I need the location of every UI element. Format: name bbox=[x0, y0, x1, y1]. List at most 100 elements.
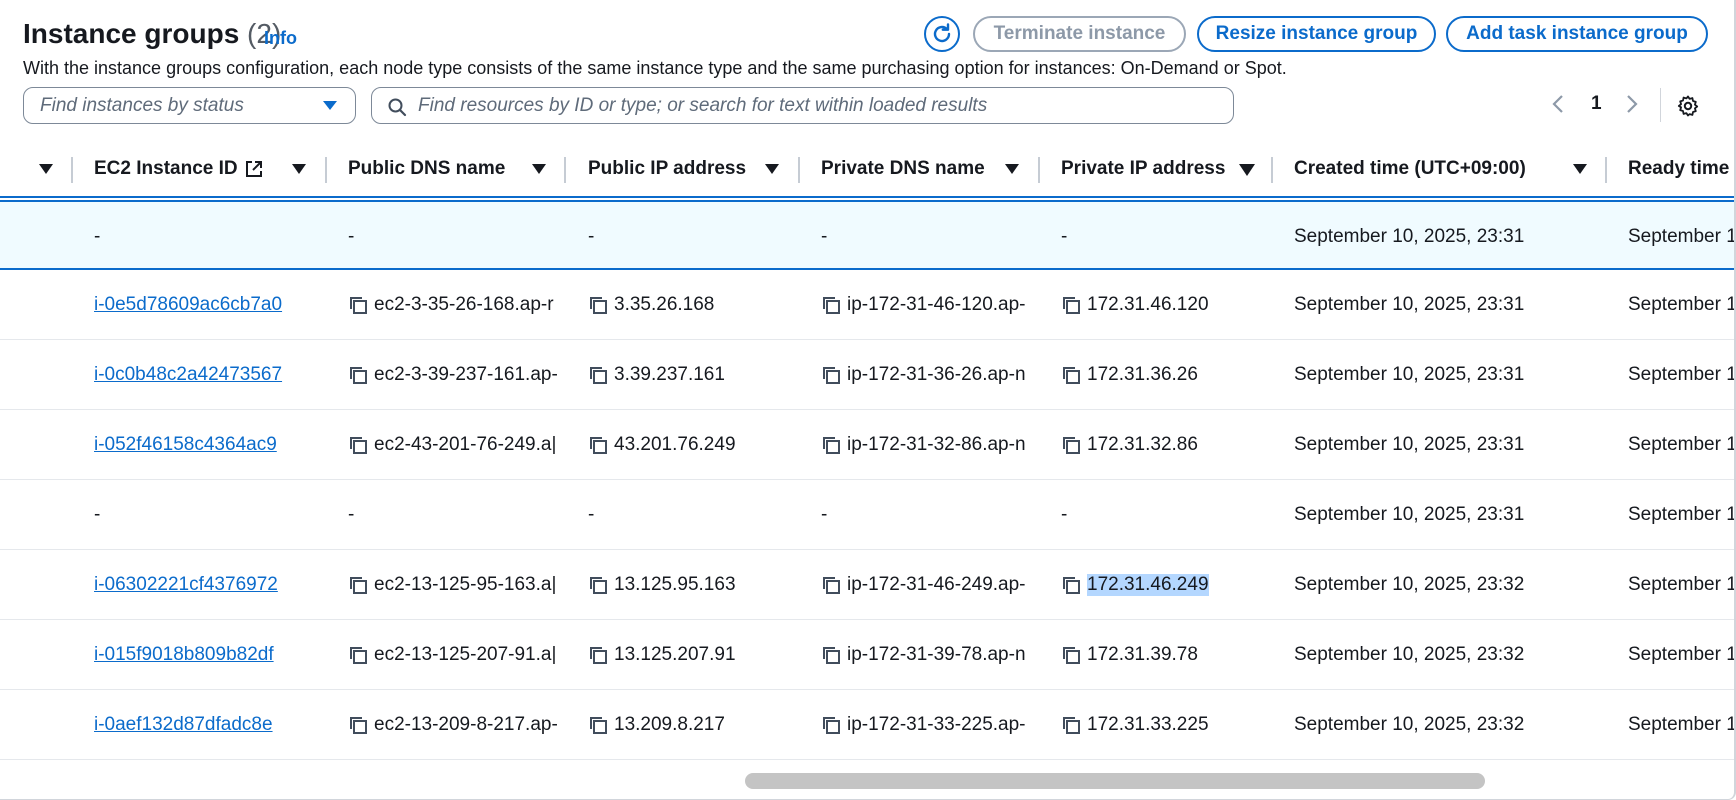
sort-down-icon[interactable] bbox=[1005, 164, 1019, 174]
cell-text: - bbox=[821, 504, 828, 525]
cell-instance-id[interactable]: i-0aef132d87dfadc8e bbox=[94, 690, 319, 760]
gear-icon[interactable] bbox=[1676, 94, 1700, 118]
copy-icon[interactable] bbox=[348, 715, 368, 735]
cell-text: ip-172-31-46-120.ap- bbox=[847, 294, 1026, 315]
table-row[interactable]: - - - - - September 10, 2025, 23:31 September … bbox=[0, 480, 1734, 550]
column-header-public-dns[interactable]: Public DNS name bbox=[348, 140, 505, 198]
sort-down-icon[interactable] bbox=[532, 164, 546, 174]
instance-id-link[interactable]: i-0c0b48c2a42473567 bbox=[94, 364, 282, 386]
cell-created-time: September 10, 2025, 23:31 bbox=[1294, 364, 1525, 385]
table-row[interactable]: - - - - - September 10, 2025, 23:31 September … bbox=[0, 200, 1736, 272]
instance-id-link[interactable]: i-052f46158c4364ac9 bbox=[94, 434, 277, 456]
cell-text: - bbox=[588, 504, 595, 525]
sort-down-active-icon[interactable] bbox=[1239, 164, 1255, 176]
copy-icon[interactable] bbox=[1061, 575, 1081, 595]
sort-down-icon[interactable] bbox=[292, 164, 306, 174]
sort-down-icon[interactable] bbox=[39, 164, 53, 174]
cell-instance-id[interactable]: i-06302221cf4376972 bbox=[94, 550, 319, 620]
copy-icon[interactable] bbox=[1061, 365, 1081, 385]
column-divider bbox=[1605, 157, 1607, 183]
copy-icon[interactable] bbox=[1061, 295, 1081, 315]
horizontal-scrollbar[interactable] bbox=[745, 773, 1485, 789]
instance-id-link[interactable]: i-015f9018b809b82df bbox=[94, 644, 274, 666]
table-row[interactable]: i-0c0b48c2a42473567 ec2-3-39-237-161.ap- 3… bbox=[0, 340, 1736, 410]
column-header-ec2-instance-id[interactable]: EC2 Instance ID bbox=[94, 140, 264, 198]
copy-icon[interactable] bbox=[348, 645, 368, 665]
cell-text: - bbox=[1061, 504, 1068, 525]
copy-icon[interactable] bbox=[1061, 435, 1081, 455]
copy-icon[interactable] bbox=[1061, 645, 1081, 665]
cell-text: 3.35.26.168 bbox=[614, 294, 715, 315]
cell-ready-time: September 1 bbox=[1628, 226, 1736, 247]
column-header-private-ip[interactable]: Private IP address bbox=[1061, 140, 1225, 198]
cell-instance-id[interactable]: i-015f9018b809b82df bbox=[94, 620, 319, 690]
chevron-right-icon[interactable] bbox=[1625, 93, 1639, 115]
terminate-instance-button[interactable]: Terminate instance bbox=[973, 16, 1186, 52]
copy-icon[interactable] bbox=[821, 365, 841, 385]
copy-icon[interactable] bbox=[588, 575, 608, 595]
copy-icon[interactable] bbox=[821, 295, 841, 315]
copy-icon[interactable] bbox=[1061, 715, 1081, 735]
copy-icon[interactable] bbox=[821, 715, 841, 735]
chevron-left-icon[interactable] bbox=[1551, 93, 1565, 115]
cell-instance-id[interactable]: i-0e5d78609ac6cb7a0 bbox=[94, 270, 319, 340]
resize-instance-group-button[interactable]: Resize instance group bbox=[1197, 16, 1436, 52]
cell-text: ip-172-31-32-86.ap-n bbox=[847, 434, 1026, 455]
cell-text: 172.31.36.26 bbox=[1087, 364, 1198, 385]
cell-public-dns: ec2-13-209-8-217.ap- bbox=[348, 690, 566, 760]
cell-ready-time: September 1 bbox=[1628, 364, 1736, 385]
copy-icon[interactable] bbox=[588, 715, 608, 735]
cell-public-ip: 43.201.76.249 bbox=[588, 410, 793, 480]
cell-text: ip-172-31-33-225.ap- bbox=[847, 714, 1026, 735]
copy-icon[interactable] bbox=[588, 645, 608, 665]
column-header-private-dns[interactable]: Private DNS name bbox=[821, 140, 985, 198]
current-page[interactable]: 1 bbox=[1591, 93, 1602, 115]
add-task-instance-group-button[interactable]: Add task instance group bbox=[1446, 16, 1708, 52]
instance-id-link[interactable]: i-0e5d78609ac6cb7a0 bbox=[94, 294, 282, 316]
table-row[interactable]: i-0e5d78609ac6cb7a0 ec2-3-35-26-168.ap-r 3… bbox=[0, 270, 1734, 340]
cell-text: ip-172-31-36-26.ap-n bbox=[847, 364, 1026, 385]
table-row[interactable]: i-06302221cf4376972 ec2-13-125-95-163.a| 1… bbox=[0, 550, 1736, 620]
status-filter-select[interactable]: Find instances by status bbox=[23, 87, 356, 124]
external-link-icon bbox=[245, 161, 262, 177]
cell-instance-id[interactable]: i-0c0b48c2a42473567 bbox=[94, 340, 319, 410]
cell-public-ip: 13.125.95.163 bbox=[588, 550, 793, 620]
copy-icon[interactable] bbox=[821, 575, 841, 595]
refresh-button[interactable] bbox=[924, 16, 960, 52]
table-row[interactable]: i-015f9018b809b82df ec2-13-125-207-91.a| 1… bbox=[0, 620, 1736, 690]
copy-icon[interactable] bbox=[348, 365, 368, 385]
sort-down-icon[interactable] bbox=[1573, 164, 1587, 174]
cell-ready-time: September 1 bbox=[1628, 574, 1736, 595]
column-divider bbox=[325, 157, 327, 183]
copy-icon[interactable] bbox=[348, 295, 368, 315]
info-link[interactable]: Info bbox=[264, 28, 297, 49]
table-row[interactable]: i-052f46158c4364ac9 ec2-43-201-76-249.a| 4… bbox=[0, 410, 1734, 480]
search-input[interactable]: Find resources by ID or type; or search … bbox=[371, 87, 1234, 124]
cell-text: ip-172-31-39-78.ap-n bbox=[847, 644, 1026, 665]
copy-icon[interactable] bbox=[821, 645, 841, 665]
sort-down-icon[interactable] bbox=[765, 164, 779, 174]
cell-text: - bbox=[94, 504, 101, 525]
cell-text: 172.31.39.78 bbox=[1087, 644, 1198, 665]
copy-icon[interactable] bbox=[348, 575, 368, 595]
instance-id-link[interactable]: i-0aef132d87dfadc8e bbox=[94, 714, 273, 736]
column-header-created-time[interactable]: Created time (UTC+09:00) bbox=[1294, 140, 1526, 198]
table-row[interactable]: i-0aef132d87dfadc8e ec2-13-209-8-217.ap- 1… bbox=[0, 690, 1734, 760]
copy-icon[interactable] bbox=[588, 435, 608, 455]
cell-private-dns: ip-172-31-33-225.ap- bbox=[821, 690, 1039, 760]
cell-public-ip: - bbox=[588, 202, 793, 272]
cell-ready-time: September 1 bbox=[1628, 644, 1736, 665]
cell-private-ip: 172.31.36.26 bbox=[1061, 340, 1266, 410]
page-title: Instance groups (2) bbox=[23, 18, 281, 50]
copy-icon[interactable] bbox=[821, 435, 841, 455]
cell-private-ip: - bbox=[1061, 202, 1266, 272]
copy-icon[interactable] bbox=[588, 295, 608, 315]
cell-text: - bbox=[588, 226, 595, 247]
cell-private-ip: 172.31.32.86 bbox=[1061, 410, 1266, 480]
copy-icon[interactable] bbox=[348, 435, 368, 455]
copy-icon[interactable] bbox=[588, 365, 608, 385]
instance-id-link[interactable]: i-06302221cf4376972 bbox=[94, 574, 278, 596]
column-header-ready-time[interactable]: Ready time ( bbox=[1628, 140, 1734, 198]
column-header-public-ip[interactable]: Public IP address bbox=[588, 140, 746, 198]
cell-instance-id[interactable]: i-052f46158c4364ac9 bbox=[94, 410, 319, 480]
